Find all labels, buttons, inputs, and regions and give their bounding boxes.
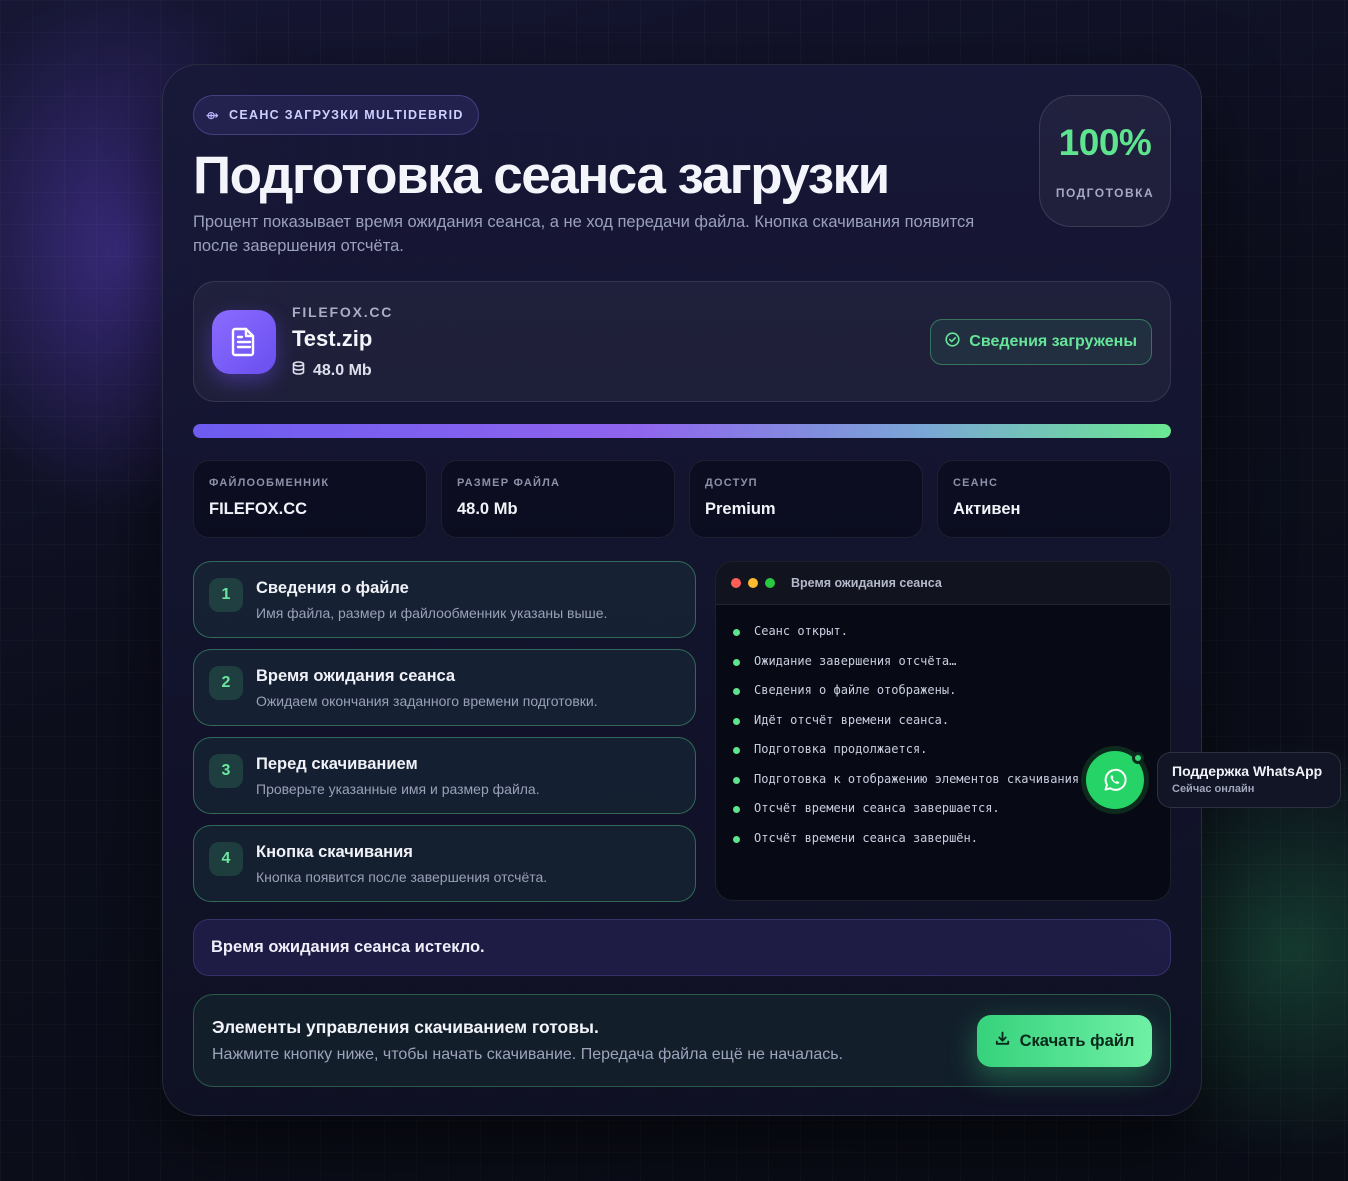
step-item: 3 Перед скачиванием Проверьте указанные … <box>193 737 696 814</box>
step-title: Время ожидания сеанса <box>256 667 456 685</box>
window-dot-red <box>731 578 741 588</box>
info-value: Premium <box>705 500 776 518</box>
info-label: РАЗМЕР ФАЙЛА <box>457 477 561 489</box>
step-number: 1 <box>209 578 243 612</box>
info-card-size: РАЗМЕР ФАЙЛА 48.0 Mb <box>441 460 675 538</box>
session-badge-label: СЕАНС ЗАГРУЗКИ MULTIDEBRID <box>229 108 464 122</box>
session-badge: ⟴ СЕАНС ЗАГРУЗКИ MULTIDEBRID <box>193 95 479 135</box>
info-label: СЕАНС <box>953 477 999 489</box>
session-progress-bar <box>193 424 1171 438</box>
whatsapp-support-button[interactable] <box>1081 746 1149 814</box>
session-expired-notice: Время ожидания сеанса истекло. <box>193 919 1171 976</box>
step-description: Кнопка появится после завершения отсчёта… <box>256 869 548 885</box>
step-description: Имя файла, размер и файлообменник указан… <box>256 605 608 621</box>
terminal-title: Время ожидания сеанса <box>791 576 942 590</box>
details-loaded-label: Сведения загружены <box>969 333 1137 350</box>
session-progress-fill <box>193 424 1171 438</box>
log-line: Сведения о файле отображены. <box>716 676 1170 706</box>
preparation-percent-box: 100% ПОДГОТОВКА <box>1039 95 1171 227</box>
preparation-label: ПОДГОТОВКА <box>1055 186 1155 200</box>
window-dot-yellow <box>748 578 758 588</box>
check-circle-icon <box>945 332 960 352</box>
file-name: Test.zip <box>292 326 373 351</box>
terminal-header: Время ожидания сеанса <box>716 562 1170 605</box>
file-info-panel: FILEFOX.CC Test.zip 48.0 Mb Сведения заг… <box>193 281 1171 402</box>
download-icon <box>995 1031 1010 1051</box>
info-card-session: СЕАНС Активен <box>937 460 1171 538</box>
step-number: 3 <box>209 754 243 788</box>
file-size-row: 48.0 Mb <box>292 361 372 380</box>
info-label: ФАЙЛООБМЕННИК <box>209 477 330 489</box>
log-line: Отсчёт времени сеанса завершён. <box>716 824 1170 847</box>
file-host: FILEFOX.CC <box>292 304 394 320</box>
info-value: Активен <box>953 500 1021 518</box>
session-log-terminal: Время ожидания сеанса Сеанс открыт. Ожид… <box>715 561 1171 901</box>
step-description: Проверьте указанные имя и размер файла. <box>256 781 540 797</box>
preparation-percent: 100% <box>1058 122 1152 163</box>
database-icon <box>292 361 305 380</box>
ready-title: Элементы управления скачиванием готовы. <box>212 1017 599 1037</box>
window-dot-green <box>765 578 775 588</box>
log-line: Идёт отсчёт времени сеанса. <box>716 706 1170 736</box>
step-item: 2 Время ожидания сеанса Ожидаем окончани… <box>193 649 696 726</box>
download-ready-panel: Элементы управления скачиванием готовы. … <box>193 994 1171 1087</box>
download-file-button[interactable]: Скачать файл <box>977 1015 1152 1067</box>
info-card-access: ДОСТУП Premium <box>689 460 923 538</box>
info-value: FILEFOX.CC <box>209 500 308 518</box>
support-title: Поддержка WhatsApp <box>1172 763 1323 779</box>
steps-list: 1 Сведения о файле Имя файла, размер и ф… <box>193 561 696 913</box>
page-subtitle: Процент показывает время ожидания сеанса… <box>193 213 975 255</box>
log-line: Ожидание завершения отсчёта… <box>716 647 1170 677</box>
step-description: Ожидаем окончания заданного времени подг… <box>256 693 598 709</box>
page-title: Подготовка сеанса загрузки <box>193 146 890 205</box>
step-item: 1 Сведения о файле Имя файла, размер и ф… <box>193 561 696 638</box>
step-item: 4 Кнопка скачивания Кнопка появится посл… <box>193 825 696 902</box>
document-icon <box>212 310 276 374</box>
download-session-card: ⟴ СЕАНС ЗАГРУЗКИ MULTIDEBRID Подготовка … <box>162 64 1202 1116</box>
ready-description: Нажмите кнопку ниже, чтобы начать скачив… <box>212 1046 843 1063</box>
support-status: Сейчас онлайн <box>1172 783 1255 795</box>
log-line: Сеанс открыт. <box>716 617 1170 647</box>
session-icon: ⟴ <box>206 109 221 122</box>
step-title: Кнопка скачивания <box>256 843 413 861</box>
session-info-grid: ФАЙЛООБМЕННИК FILEFOX.CC РАЗМЕР ФАЙЛА 48… <box>193 460 1171 538</box>
details-loaded-badge: Сведения загружены <box>930 319 1152 365</box>
whatsapp-support-tooltip: Поддержка WhatsApp Сейчас онлайн <box>1157 752 1341 808</box>
step-number: 4 <box>209 842 243 876</box>
step-title: Сведения о файле <box>256 579 409 597</box>
step-title: Перед скачиванием <box>256 755 418 773</box>
download-file-label: Скачать файл <box>1019 1031 1135 1050</box>
online-indicator <box>1132 752 1144 764</box>
info-value: 48.0 Mb <box>457 500 518 518</box>
file-size: 48.0 Mb <box>313 361 372 379</box>
info-card-host: ФАЙЛООБМЕННИК FILEFOX.CC <box>193 460 427 538</box>
step-number: 2 <box>209 666 243 700</box>
info-label: ДОСТУП <box>705 477 758 489</box>
